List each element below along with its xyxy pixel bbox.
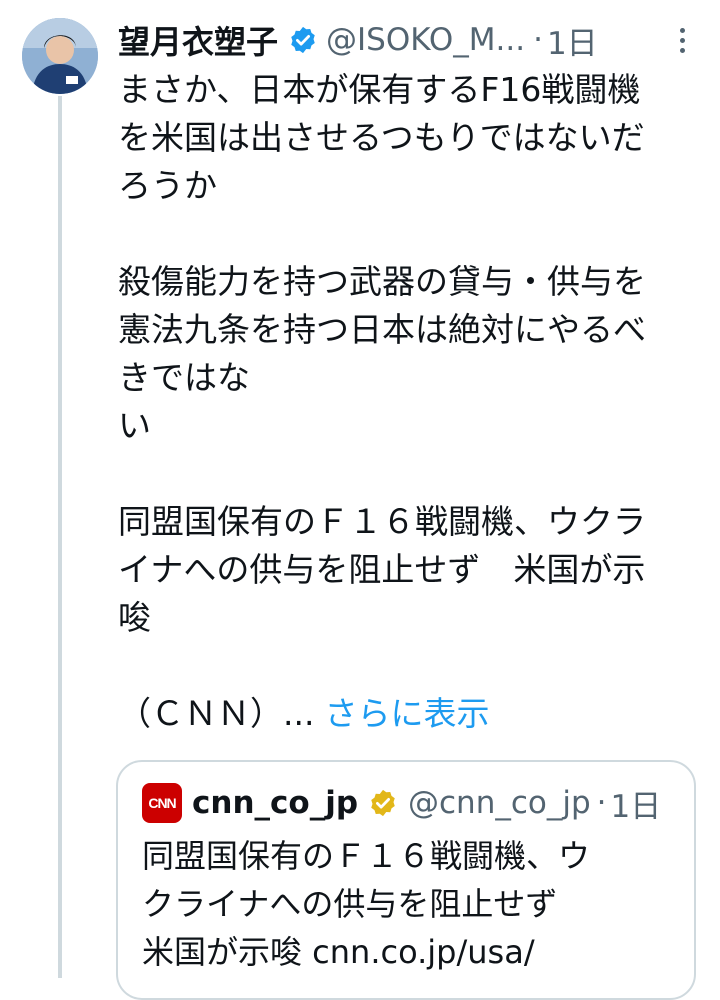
quoted-tweet-body: 同盟国保有のＦ１６戦闘機、ウ クライナへの供与を阻止せず 米国が示唆 cnn.c… [142,832,682,976]
gold-verified-badge-icon [368,788,398,818]
tweet-header: 望月衣塑子 @ISOKO_M... · 1日 [118,16,720,64]
quoted-tweet-card[interactable]: CNN cnn_co_jp @cnn_co_jp · 1日 同盟国保有のＦ１６戦… [116,760,696,1000]
tweet-text-line: 殺傷能力を持つ武器の貸与・供与を [118,262,646,301]
quoted-tweet-header: CNN cnn_co_jp @cnn_co_jp · 1日 [142,780,684,826]
quoted-text-line: 同盟国保有のＦ１６戦闘機、ウ [142,837,591,875]
verified-badge-icon [288,25,318,55]
more-options-icon[interactable] [674,20,690,60]
quoted-text-line: クライナへの供与を阻止せず [142,885,558,923]
tweet-text-line: ろうか [118,166,217,205]
quoted-author-display-name[interactable]: cnn_co_jp [192,785,358,821]
quoted-header-separator: · [596,785,607,821]
tweet-body: まさか、日本が保有するF16戦闘機 を米国は出させるつもりではないだ ろうか 殺… [118,66,708,738]
tweet-text-line: 唆 [118,598,151,637]
show-more-link[interactable]: さらに表示 [324,694,489,733]
tweet-text-line: を米国は出させるつもりではないだ [118,118,645,157]
header-separator: · [533,22,543,58]
tweet-timestamp[interactable]: 1日 [547,18,598,63]
quoted-author-handle[interactable]: @cnn_co_jp [408,785,591,821]
quoted-tweet-timestamp[interactable]: 1日 [611,781,662,826]
thread-connector-line [58,96,62,978]
author-handle[interactable]: @ISOKO_M... [326,22,525,58]
author-display-name[interactable]: 望月衣塑子 [118,17,278,63]
tweet-text-last-line: （ＣＮＮ）... さらに表示 [118,690,708,738]
tweet-text-line: 同盟国保有のＦ１６戦闘機、ウクラ [118,502,646,541]
tweet-text-line: まさか、日本が保有するF16戦闘機 [118,70,641,109]
cnn-logo-avatar[interactable]: CNN [142,783,182,823]
quoted-text-line: 米国が示唆 cnn.co.jp/usa/ [142,933,535,971]
author-avatar[interactable] [22,18,98,94]
tweet-text-line: イナへの供与を阻止せず 米国が示 [118,550,646,589]
tweet-text-line: い [118,406,151,445]
tweet-text-line: （ＣＮＮ）... [118,694,315,733]
tweet-text-line: きではな [118,358,250,397]
tweet-text-line: 憲法九条を持つ日本は絶対にやるべ [118,310,646,349]
